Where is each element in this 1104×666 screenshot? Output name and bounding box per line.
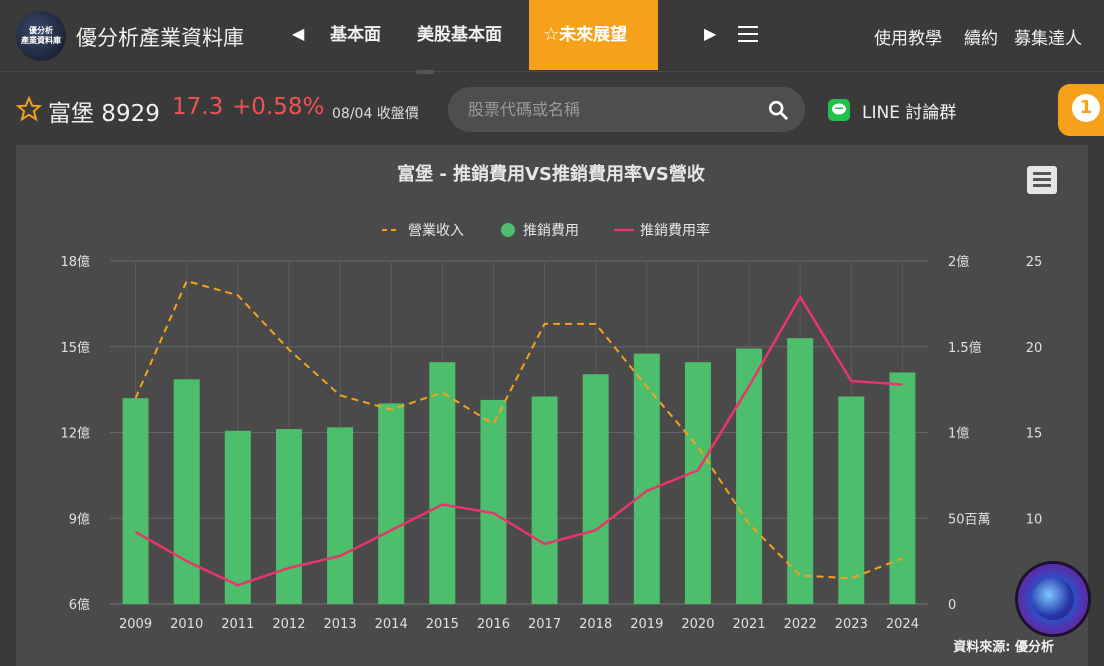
left-axis-tick: 9億 bbox=[69, 511, 90, 527]
right-axis2-tick: 25 bbox=[1026, 255, 1043, 270]
expense-bar bbox=[275, 429, 302, 604]
right-axis2-tick: 10 bbox=[1026, 512, 1043, 527]
legend-label: 推銷費用率 bbox=[640, 222, 710, 239]
x-axis-tick: 2022 bbox=[784, 617, 817, 632]
x-axis-tick: 2013 bbox=[324, 617, 357, 632]
expense-bar bbox=[327, 427, 354, 604]
x-axis-tick: 2017 bbox=[528, 617, 561, 632]
expense-bar bbox=[429, 362, 456, 604]
right-axis-tick: 50百萬 bbox=[948, 512, 991, 527]
x-axis-tick: 2009 bbox=[119, 617, 152, 632]
left-axis-tick: 12億 bbox=[60, 426, 90, 442]
expense-bars bbox=[122, 338, 916, 604]
expense-bar bbox=[684, 362, 711, 604]
expense-bar bbox=[531, 396, 558, 604]
legend-label: 營業收入 bbox=[408, 223, 464, 239]
chart-export-menu-icon[interactable] bbox=[1027, 166, 1057, 194]
expense-bar bbox=[122, 398, 149, 604]
chart-source: 資料來源: 優分析 bbox=[953, 639, 1054, 655]
right-axis-tick: 2億 bbox=[948, 254, 969, 270]
x-axis-tick: 2011 bbox=[221, 617, 254, 632]
expense-bar bbox=[889, 372, 916, 604]
right-axis-tick: 1億 bbox=[948, 426, 969, 442]
x-axis-tick: 2015 bbox=[426, 617, 459, 632]
chart-legend: 營業收入 推銷費用 推銷費用率 bbox=[382, 222, 710, 239]
expense-bar bbox=[633, 353, 660, 604]
x-axis-tick: 2023 bbox=[835, 617, 868, 632]
x-axis-tick: 2024 bbox=[886, 617, 919, 632]
expense-bar bbox=[838, 396, 865, 604]
x-axis-tick: 2014 bbox=[375, 617, 408, 632]
left-axis-tick: 6億 bbox=[69, 597, 90, 613]
left-axis-tick: 15億 bbox=[60, 340, 90, 356]
right-axis-tick: 1.5億 bbox=[948, 340, 982, 356]
x-axis-tick: 2020 bbox=[681, 617, 714, 632]
x-axis-tick: 2018 bbox=[579, 617, 612, 632]
expense-bar bbox=[582, 374, 609, 604]
expense-bar bbox=[224, 430, 251, 604]
sales-expense-chart: 富堡 - 推銷費用VS推銷費用率VS營收 營業收入 推銷費用 推銷費用率 6億 9億 1… bbox=[60, 163, 1054, 655]
x-axis-tick: 2019 bbox=[630, 617, 663, 632]
chart-title: 富堡 - 推銷費用VS推銷費用率VS營收 bbox=[397, 163, 705, 185]
x-axis-tick: 2016 bbox=[477, 617, 510, 632]
expense-bar bbox=[173, 379, 200, 604]
expense-bar bbox=[787, 338, 814, 604]
expense-bar bbox=[480, 399, 507, 604]
right-axis-tick: 0 bbox=[948, 598, 956, 613]
ai-assistant-icon[interactable] bbox=[1018, 564, 1088, 634]
right-axis2-tick: 20 bbox=[1026, 341, 1043, 356]
left-axis-tick: 18億 bbox=[60, 254, 90, 270]
x-axis-tick: 2021 bbox=[733, 617, 766, 632]
expense-bar bbox=[378, 403, 405, 604]
legend-label: 推銷費用 bbox=[523, 223, 579, 239]
x-axis-tick: 2012 bbox=[272, 617, 305, 632]
x-axis-tick: 2010 bbox=[170, 617, 203, 632]
right-axis2-tick: 15 bbox=[1026, 427, 1043, 442]
legend-expense-symbol bbox=[501, 223, 515, 237]
